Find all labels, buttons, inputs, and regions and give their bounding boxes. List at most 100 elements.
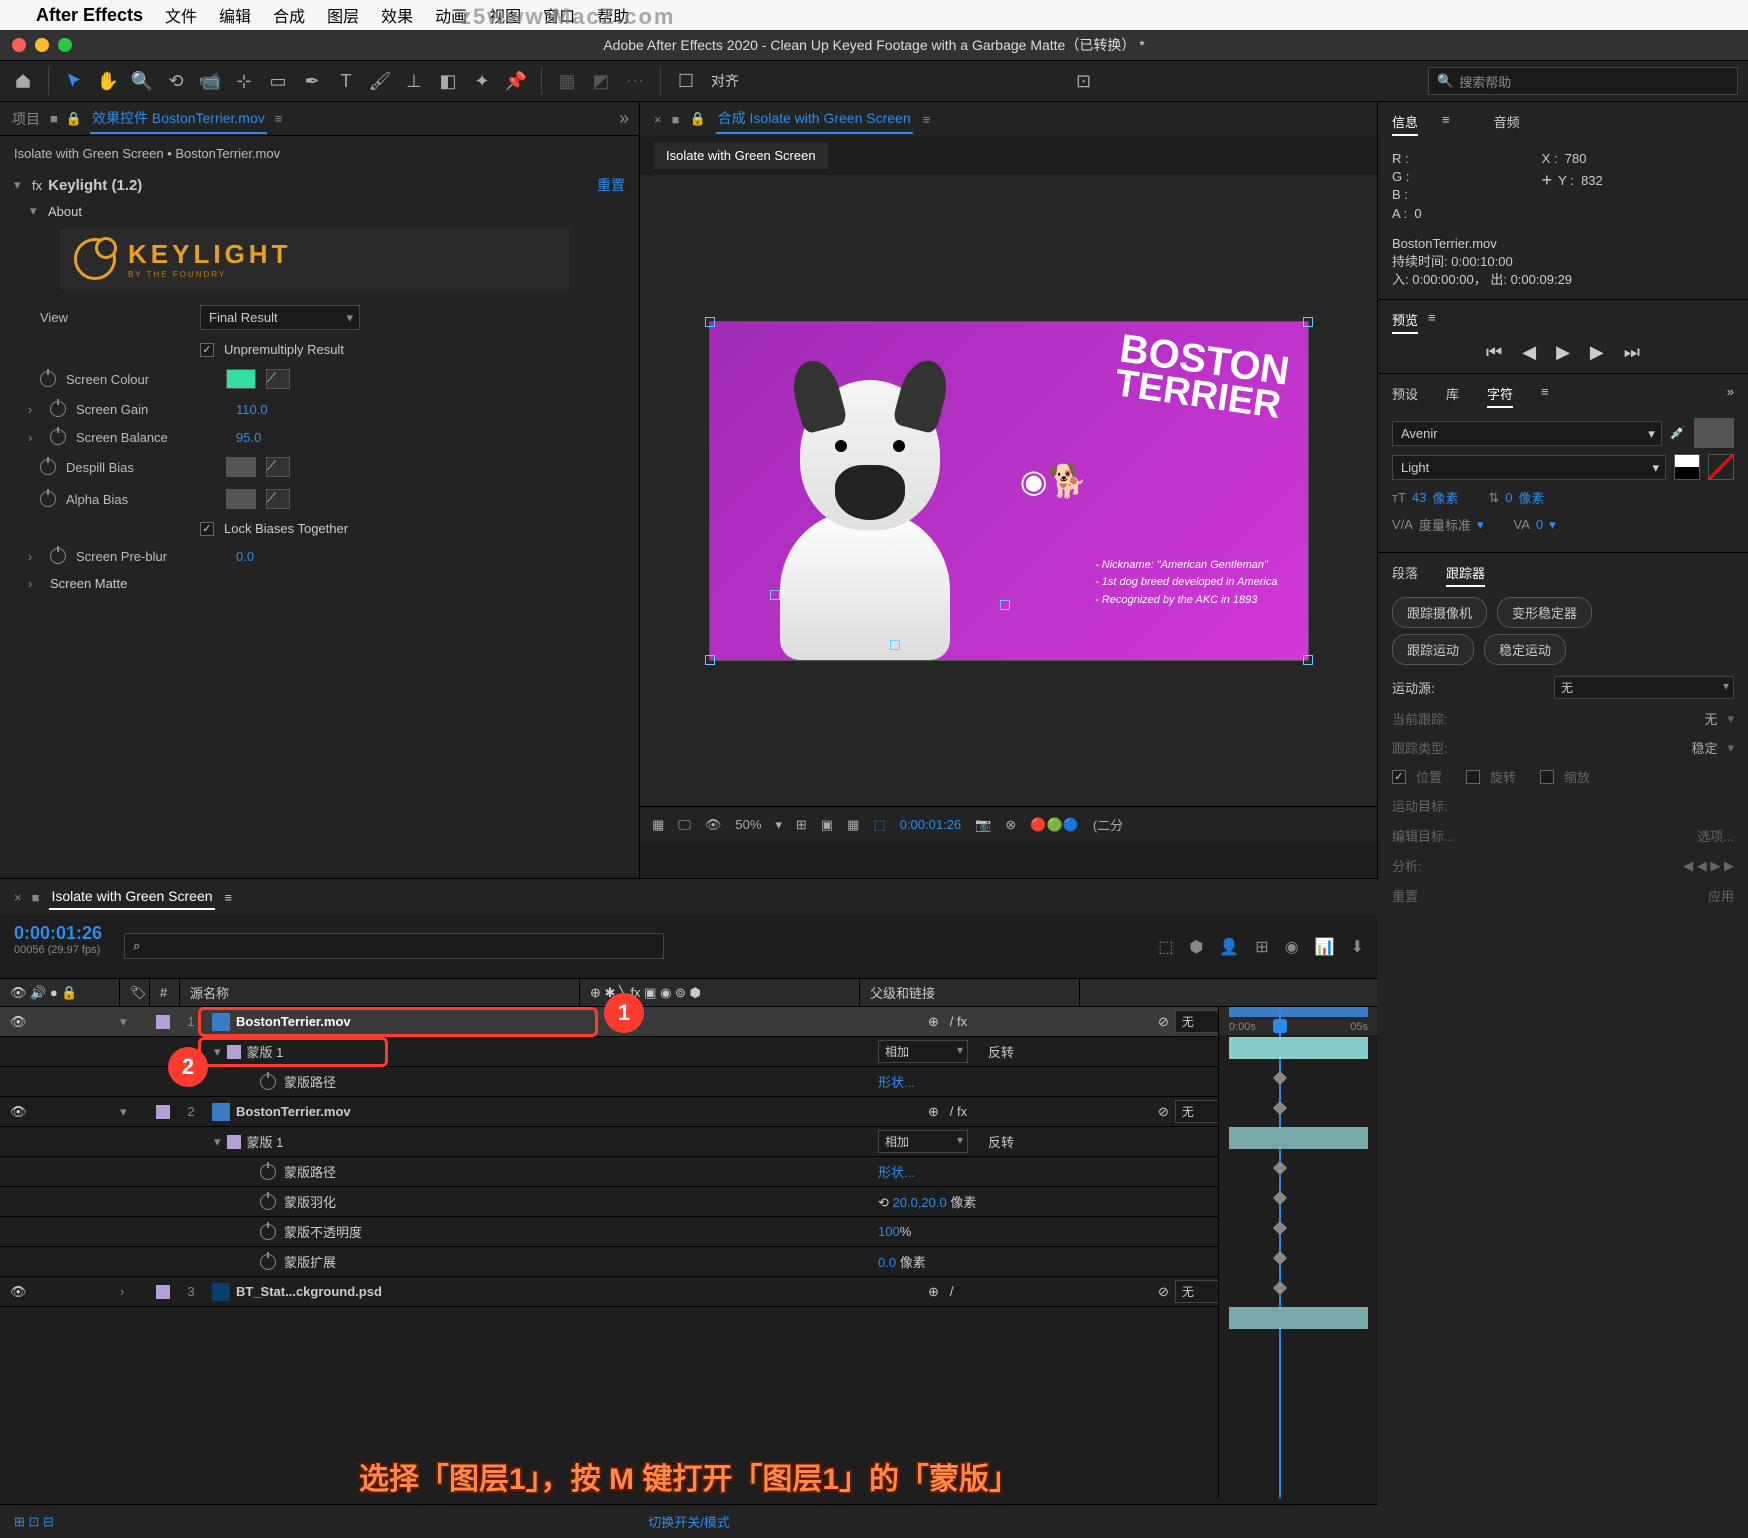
tab-preview[interactable]: 预览 — [1392, 310, 1418, 334]
menu-comp[interactable]: 合成 — [273, 3, 305, 27]
next-frame-icon[interactable]: ▶ — [1590, 342, 1604, 363]
stopwatch-icon[interactable] — [260, 1164, 276, 1180]
layer-bar[interactable] — [1229, 1127, 1368, 1149]
help-search[interactable]: 🔍 搜索帮助 — [1428, 67, 1738, 95]
last-frame-icon[interactable]: ⏭ — [1624, 342, 1640, 363]
twirl-icon[interactable]: › — [28, 576, 40, 591]
effect-name[interactable]: Keylight (1.2) — [48, 177, 142, 194]
region-icon[interactable]: ⬚ — [873, 817, 885, 833]
stopwatch-icon[interactable] — [260, 1194, 276, 1210]
alpha-swatch[interactable] — [226, 489, 256, 509]
no-fill-icon[interactable] — [1708, 454, 1734, 480]
pan-behind-tool-icon[interactable]: ⊹ — [231, 68, 257, 94]
mask-vertex[interactable] — [1000, 600, 1010, 610]
layer-row-2[interactable]: 👁 ▾ 2 BostonTerrier.mov ⊕ / fx ⊘无 — [0, 1097, 1378, 1127]
tracking-value[interactable]: 0 — [1536, 517, 1543, 532]
stopwatch-icon[interactable] — [260, 1224, 276, 1240]
eyedropper-icon[interactable]: ⟋ — [266, 489, 290, 509]
layer-bar[interactable] — [1229, 1037, 1368, 1059]
mask-mode-dropdown[interactable]: 相加 — [878, 1040, 968, 1063]
unpremult-checkbox[interactable]: ✓ — [200, 343, 214, 357]
eyedropper-icon[interactable]: ⟋ — [266, 369, 290, 389]
snapshot-icon[interactable]: 📷 — [975, 817, 991, 833]
keyframe-icon[interactable] — [1273, 1191, 1287, 1205]
play-icon[interactable]: ▶ — [1556, 342, 1570, 363]
stopwatch-icon[interactable] — [40, 491, 56, 507]
graph-editor-icon[interactable]: 📊 — [1315, 937, 1335, 957]
zoom-dropdown[interactable]: 50% — [735, 817, 761, 832]
timeline-track-area[interactable]: 0:00s 05s — [1218, 1007, 1378, 1498]
mask-handle[interactable] — [1303, 655, 1313, 665]
kerning-value[interactable]: 度量标准 — [1419, 515, 1471, 534]
mask-feather-row[interactable]: 蒙版羽化 ⟲ 20.0,20.0 像素 — [0, 1187, 1378, 1217]
keyframe-icon[interactable] — [1273, 1161, 1287, 1175]
panel-menu-icon[interactable]: ≡ — [225, 890, 233, 905]
stopwatch-icon[interactable] — [50, 401, 66, 417]
screen-balance-value[interactable]: 95.0 — [236, 430, 261, 445]
stopwatch-icon[interactable] — [50, 429, 66, 445]
eraser-tool-icon[interactable]: ◧ — [435, 68, 461, 94]
stroke-swatch[interactable] — [1674, 454, 1700, 480]
minimize-button[interactable] — [35, 38, 49, 52]
pen-tool-icon[interactable]: ✒ — [299, 68, 325, 94]
panel-menu-icon[interactable]: ≡ — [275, 111, 283, 126]
lock-biases-checkbox[interactable]: ✓ — [200, 522, 214, 536]
panel-menu-icon[interactable]: ≡ — [1442, 112, 1450, 136]
warp-stabilizer-button[interactable]: 变形稳定器 — [1497, 597, 1592, 628]
puppet-tool-icon[interactable]: 📌 — [503, 68, 529, 94]
comp-flowchart-icon[interactable]: ⬚ — [1158, 937, 1173, 957]
menu-file[interactable]: 文件 — [165, 3, 197, 27]
twirl-icon[interactable]: › — [28, 402, 40, 417]
eyedropper-icon[interactable]: ⟋ — [266, 457, 290, 477]
toggle-switches-icon[interactable]: ⊞ ⊡ ⊟ — [14, 1514, 54, 1530]
layer-name[interactable]: BostonTerrier.mov — [236, 1104, 351, 1119]
lock-icon[interactable]: 🔒 — [66, 111, 82, 127]
motion-source-dropdown[interactable]: 无 — [1554, 676, 1734, 699]
app-name[interactable]: After Effects — [36, 5, 143, 26]
text-tool-icon[interactable]: T — [333, 68, 359, 94]
mask-handle[interactable] — [705, 655, 715, 665]
col-parent[interactable]: 父级和链接 — [860, 979, 1080, 1006]
col-source[interactable]: 源名称 — [180, 979, 580, 1006]
mask-icon[interactable]: 👁 — [705, 817, 722, 833]
tab-tracker[interactable]: 跟踪器 — [1446, 563, 1485, 587]
display-icon[interactable]: 🖵 — [678, 817, 691, 833]
track-motion-button[interactable]: 跟踪运动 — [1392, 634, 1474, 665]
current-time[interactable]: 0:00:01:26 — [14, 923, 102, 944]
selection-tool-icon[interactable] — [61, 68, 87, 94]
tab-info[interactable]: 信息 — [1392, 112, 1418, 136]
frame-blend-icon[interactable]: ⊞ — [1255, 937, 1268, 957]
mask-handle[interactable] — [705, 317, 715, 327]
snap-ext-icon[interactable]: ⊡ — [1071, 68, 1097, 94]
font-family-dropdown[interactable]: Avenir — [1392, 421, 1662, 446]
mask-path-row[interactable]: 蒙版路径 形状... — [0, 1157, 1378, 1187]
tab-paragraph[interactable]: 段落 — [1392, 563, 1418, 587]
tab-audio[interactable]: 音频 — [1494, 112, 1520, 136]
layer-bar[interactable] — [1229, 1307, 1368, 1329]
twirl-about-icon[interactable]: ▾ — [30, 203, 42, 219]
despill-swatch[interactable] — [226, 457, 256, 477]
orbit-tool-icon[interactable]: ⟲ — [163, 68, 189, 94]
mask-mode-dropdown[interactable]: 相加 — [878, 1130, 968, 1153]
track-camera-button[interactable]: 跟踪摄像机 — [1392, 597, 1487, 628]
mesh-icon[interactable]: ▦ — [554, 68, 580, 94]
zoom-tool-icon[interactable]: 🔍 — [129, 68, 155, 94]
toggle-switches-link[interactable]: 切换开关/模式 — [648, 1512, 730, 1531]
align-label[interactable]: 对齐 — [711, 71, 739, 91]
leading-value[interactable]: 0 — [1505, 490, 1512, 505]
fill-swatch[interactable] — [1694, 418, 1734, 448]
lock-icon[interactable]: 🔒 — [689, 111, 705, 127]
prev-frame-icon[interactable]: ◀ — [1522, 342, 1536, 363]
comp-crumb[interactable]: Isolate with Green Screen — [654, 142, 828, 169]
keyframe-icon[interactable] — [1273, 1071, 1287, 1085]
brush-tool-icon[interactable]: 🖌 — [367, 68, 393, 94]
timeline-search[interactable]: ⌕ — [124, 933, 664, 959]
preblur-value[interactable]: 0.0 — [236, 549, 254, 564]
res-dropdown[interactable]: (二分 — [1093, 815, 1123, 834]
marker-icon[interactable]: ⬇ — [1351, 937, 1364, 957]
col-number[interactable]: # — [150, 979, 180, 1006]
mask-expand-row[interactable]: 蒙版扩展 0.0 像素 — [0, 1247, 1378, 1277]
reset-link[interactable]: 重置 — [597, 175, 625, 195]
comp-tab[interactable]: 合成 Isolate with Green Screen — [716, 104, 913, 134]
comp-viewer[interactable]: ◉🐕 BOSTON TERRIER - Nickname: "American … — [640, 175, 1377, 806]
